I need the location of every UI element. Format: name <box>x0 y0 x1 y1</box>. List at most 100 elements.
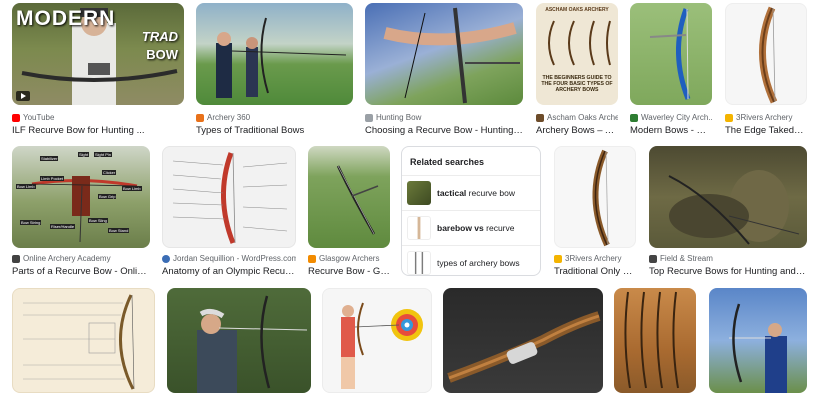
result-title[interactable]: Top Recurve Bows for Hunting and Targ... <box>649 266 807 277</box>
result-thumbnail[interactable] <box>167 288 311 393</box>
related-search-item[interactable]: tactical recurve bow <box>402 175 540 210</box>
diagram-label: Bow Stand <box>108 228 130 233</box>
video-play-icon <box>16 91 30 101</box>
related-search-thumbnail <box>407 216 431 240</box>
traditional-longbow-art <box>592 149 610 247</box>
image-result-12[interactable] <box>12 288 155 398</box>
result-thumbnail[interactable] <box>554 146 636 248</box>
image-result-5[interactable]: Waverley City Arch... Modern Bows - Wa..… <box>630 3 712 136</box>
recurve-bow-closeup-art <box>383 7 520 104</box>
result-title[interactable]: Recurve Bow - Gla... <box>308 266 390 277</box>
waverley-favicon-icon <box>630 113 638 122</box>
olympic-recurve-anatomy-art <box>172 152 288 244</box>
hunter-with-bow-art <box>668 170 800 245</box>
image-result-14[interactable] <box>322 288 432 398</box>
image-result-4[interactable]: ASCHAM OAKS ARCHERY THE BEGINNERS GUIDE … <box>536 3 618 136</box>
diagram-label: Bow String <box>20 220 42 225</box>
image-result-13[interactable] <box>167 288 311 398</box>
result-thumbnail[interactable]: ASCHAM OAKS ARCHERY THE BEGINNERS GUIDE … <box>536 3 618 105</box>
fieldandstream-favicon-icon <box>649 254 657 263</box>
result-thumbnail[interactable] <box>614 288 696 393</box>
diagram-label: Riser/Handle <box>50 224 76 229</box>
diagram-label: Clicker <box>102 170 117 175</box>
related-search-item[interactable]: barebow vs recurve <box>402 210 540 245</box>
wooden-recurve-riser-art <box>447 311 601 383</box>
result-thumbnail[interactable] <box>12 288 155 393</box>
result-thumbnail[interactable] <box>365 3 523 105</box>
diagram-label: Bow Sling <box>88 218 108 223</box>
result-source: YouTube <box>12 113 184 122</box>
image-result-10[interactable]: 3Rivers Archery Traditional Only 58... <box>554 146 636 277</box>
result-source: Field & Stream <box>649 254 807 263</box>
related-search-text: types of archery bows <box>437 258 520 268</box>
diagram-label: Sight Pin <box>94 152 113 157</box>
aschamoaks-favicon-icon <box>536 113 544 122</box>
thumbnail-overlay-text: MODERN TRAD BOW <box>16 7 178 62</box>
image-result-6[interactable]: 3Rivers Archery The Edge Takedow... <box>725 3 807 136</box>
bows-on-rack-art <box>624 291 679 389</box>
onlinearcheryacademy-favicon-icon <box>12 254 20 263</box>
result-thumbnail[interactable]: MODERN TRAD BOW <box>12 3 184 105</box>
archery360-favicon-icon <box>196 113 204 122</box>
result-source: Waverley City Arch... <box>630 113 712 122</box>
result-title[interactable]: Modern Bows - Wa... <box>630 125 712 136</box>
glasgowarchers-favicon-icon <box>308 254 316 263</box>
image-result-9[interactable]: Glasgow Archers Recurve Bow - Gla... <box>308 146 390 277</box>
result-thumbnail[interactable] <box>308 146 390 248</box>
image-result-15[interactable] <box>443 288 603 398</box>
result-title[interactable]: The Edge Takedow... <box>725 125 807 136</box>
image-result-16[interactable] <box>614 288 696 398</box>
result-title[interactable]: Traditional Only 58... <box>554 266 636 277</box>
bow-types-illustration <box>548 20 611 66</box>
result-title[interactable]: Choosing a Recurve Bow - Hunting Bow <box>365 125 523 136</box>
result-title[interactable]: Anatomy of an Olympic Recurve... <box>162 266 296 277</box>
result-thumbnail[interactable] <box>649 146 807 248</box>
image-result-11[interactable]: Field & Stream Top Recurve Bows for Hunt… <box>649 146 807 277</box>
image-result-2[interactable]: Archery 360 Types of Traditional Bows <box>196 3 353 136</box>
wooden-takedown-bow-art <box>759 6 778 104</box>
wordpress-favicon-icon <box>162 254 170 263</box>
result-source: Online Archery Academy <box>12 254 150 263</box>
3rivers-favicon-icon <box>725 113 733 122</box>
blue-recurve-bow-art <box>649 8 691 100</box>
result-thumbnail[interactable] <box>196 3 353 105</box>
result-thumbnail[interactable] <box>443 288 603 393</box>
diagram-label: Limb Pocket <box>40 176 65 181</box>
result-title[interactable]: Parts of a Recurve Bow - Online ... <box>12 266 150 277</box>
related-search-thumbnail <box>407 251 431 275</box>
result-source: Ascham Oaks Archery <box>536 113 618 122</box>
thumbnail-overlay-text: THE BEGINNERS GUIDE TO THE FOUR BASIC TY… <box>541 75 613 94</box>
olympic-archer-art <box>729 303 787 393</box>
result-source: 3Rivers Archery <box>554 254 636 263</box>
result-thumbnail[interactable] <box>725 3 807 105</box>
huntingbow-favicon-icon <box>365 113 373 122</box>
result-thumbnail[interactable] <box>630 3 712 105</box>
related-searches-heading: Related searches <box>410 157 485 167</box>
archer-in-forest-art <box>197 295 308 393</box>
3rivers-favicon-icon <box>554 254 562 263</box>
image-result-17[interactable] <box>709 288 807 398</box>
result-title[interactable]: Archery Bows – As... <box>536 125 618 136</box>
result-source: Archery 360 <box>196 113 353 122</box>
result-title[interactable]: ILF Recurve Bow for Hunting ... <box>12 125 184 136</box>
image-result-8[interactable]: Jordan Sequillion - WordPress.com Anatom… <box>162 146 296 277</box>
image-result-3[interactable]: Hunting Bow Choosing a Recurve Bow - Hun… <box>365 3 523 136</box>
diagram-label: Bow Limb <box>16 184 36 189</box>
diagram-label: Stabilizer <box>40 156 59 161</box>
related-search-item[interactable]: types of archery bows <box>402 245 540 275</box>
related-search-thumbnail <box>407 181 431 205</box>
image-result-7[interactable]: Stabilizer Sight Sight Pin Clicker Limb … <box>12 146 150 277</box>
result-thumbnail[interactable] <box>162 146 296 248</box>
result-thumbnail[interactable] <box>322 288 432 393</box>
youtube-favicon-icon <box>12 113 20 122</box>
result-source: 3Rivers Archery <box>725 113 807 122</box>
recurve-bow-on-grass-art <box>336 165 379 235</box>
related-search-text: barebow vs recurve <box>437 223 515 233</box>
image-result-1[interactable]: MODERN TRAD BOW YouTube ILF Recurve Bow … <box>12 3 184 136</box>
archers-photo-art <box>216 17 347 98</box>
result-thumbnail[interactable]: Stabilizer Sight Sight Pin Clicker Limb … <box>12 146 150 248</box>
result-thumbnail[interactable] <box>709 288 807 393</box>
bow-dimensions-diagram-art <box>23 294 135 390</box>
result-title[interactable]: Types of Traditional Bows <box>196 125 353 136</box>
related-search-text: tactical recurve bow <box>437 188 515 198</box>
